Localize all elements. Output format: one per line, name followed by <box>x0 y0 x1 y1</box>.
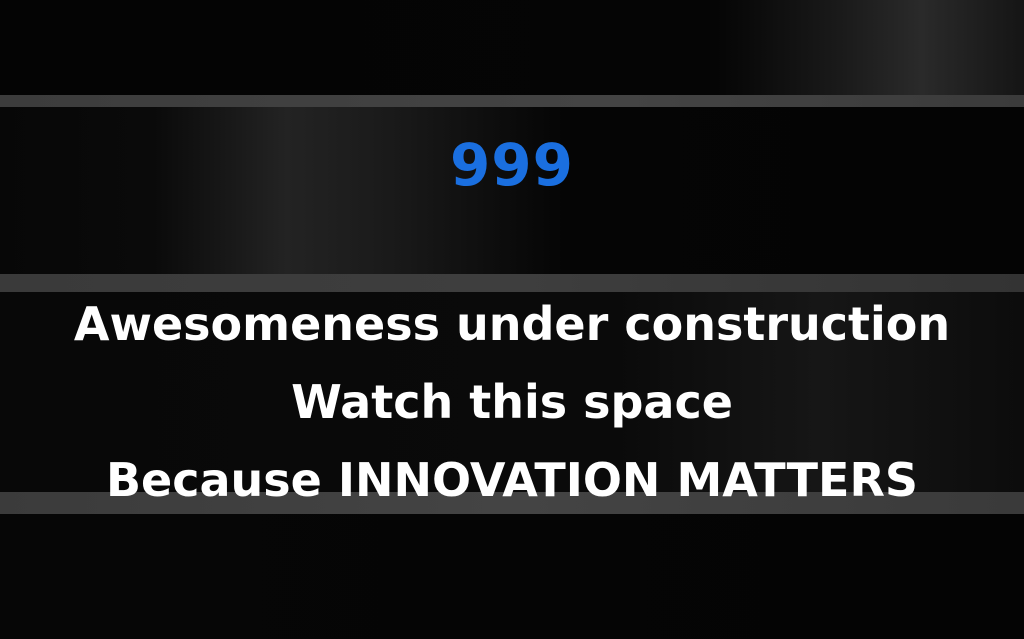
message-line-headline: Awesomeness under construction <box>73 297 951 351</box>
under-construction-page: 999 Awesomeness under construction Watch… <box>0 0 1024 639</box>
construction-message: Awesomeness under construction Watch thi… <box>0 285 1024 519</box>
divider-stripe-top <box>0 95 1024 107</box>
top-band <box>0 0 1024 95</box>
bottom-band <box>0 514 1024 639</box>
message-line-watch: Watch this space <box>291 375 733 429</box>
message-line-tagline: Because INNOVATION MATTERS <box>105 453 919 507</box>
countdown-counter: 999 <box>449 131 575 199</box>
